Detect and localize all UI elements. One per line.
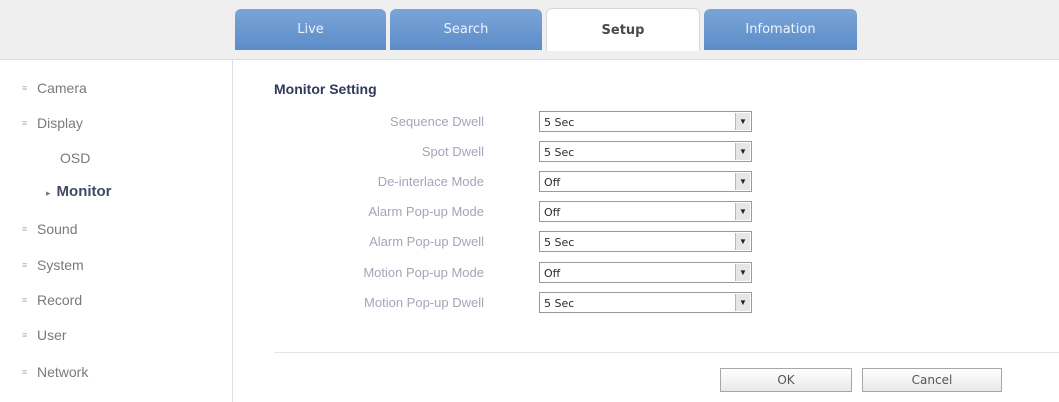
sidebar-item-label: Network [37,364,89,380]
bullet-icon: ≡ [22,83,28,93]
setting-row-alarm-popup-dwell: Alarm Pop-up Dwell 5 Sec ▼ [234,231,794,253]
bullet-icon: ≡ [22,367,28,377]
sidebar-subitem-monitor[interactable]: ▸ Monitor [46,183,112,200]
bullet-icon: ≡ [22,295,28,305]
select-value: Off [544,206,561,219]
cancel-button[interactable]: Cancel [862,368,1002,392]
sidebar-item-label: User [37,327,67,343]
sidebar-item-display[interactable]: ≡ Display [22,115,83,131]
setting-row-alarm-popup-mode: Alarm Pop-up Mode Off ▼ [234,201,794,223]
motion-popup-mode-select[interactable]: Off ▼ [539,262,752,283]
setting-row-motion-popup-mode: Motion Pop-up Mode Off ▼ [234,262,794,284]
sequence-dwell-select[interactable]: 5 Sec ▼ [539,111,752,132]
setting-label: Alarm Pop-up Dwell [369,234,484,249]
bullet-icon: ≡ [22,260,28,270]
tab-information[interactable]: Infomation [704,9,857,50]
select-value: 5 Sec [544,236,575,249]
bullet-icon: ≡ [22,224,28,234]
motion-popup-dwell-select[interactable]: 5 Sec ▼ [539,292,752,313]
bullet-icon: ≡ [22,118,28,128]
setting-label: Alarm Pop-up Mode [368,204,484,219]
top-tab-bar: Live Search Setup Infomation [0,0,1059,60]
select-value: 5 Sec [544,116,575,129]
sidebar-item-system[interactable]: ≡ System [22,257,84,273]
dropdown-arrow-icon[interactable]: ▼ [735,264,750,281]
select-value: 5 Sec [544,297,575,310]
tab-live[interactable]: Live [235,9,386,50]
sidebar-subitem-label: Monitor [56,183,112,200]
setting-label: Motion Pop-up Dwell [364,295,484,310]
monitor-settings-panel: Monitor Setting Sequence Dwell 5 Sec ▼ S… [234,60,1059,402]
dropdown-arrow-icon[interactable]: ▼ [735,294,750,311]
setup-sidebar: ≡ Camera ≡ Display OSD ▸ Monitor ≡ Sound … [0,60,233,402]
dropdown-arrow-icon[interactable]: ▼ [735,143,750,160]
spot-dwell-select[interactable]: 5 Sec ▼ [539,141,752,162]
setting-label: De-interlace Mode [377,174,484,189]
sidebar-item-record[interactable]: ≡ Record [22,292,82,308]
sidebar-item-network[interactable]: ≡ Network [22,364,88,380]
select-value: Off [544,176,561,189]
setting-label: Spot Dwell [421,144,484,159]
alarm-popup-dwell-select[interactable]: 5 Sec ▼ [539,231,752,252]
ok-button[interactable]: OK [720,368,852,392]
select-value: 5 Sec [544,146,575,159]
sidebar-item-sound[interactable]: ≡ Sound [22,221,77,237]
sidebar-item-camera[interactable]: ≡ Camera [22,80,87,96]
tab-setup[interactable]: Setup [546,8,700,51]
sidebar-item-user[interactable]: ≡ User [22,327,67,343]
dropdown-arrow-icon[interactable]: ▼ [735,233,750,250]
setting-label: Motion Pop-up Mode [363,265,484,280]
page-title: Monitor Setting [274,81,377,97]
setting-row-spot-dwell: Spot Dwell 5 Sec ▼ [234,141,794,163]
sidebar-item-label: Display [37,115,83,131]
select-value: Off [544,267,561,280]
deinterlace-mode-select[interactable]: Off ▼ [539,171,752,192]
dropdown-arrow-icon[interactable]: ▼ [735,203,750,220]
setting-label: Sequence Dwell [390,114,484,129]
sidebar-item-label: Sound [37,221,78,237]
dropdown-arrow-icon[interactable]: ▼ [735,173,750,190]
tab-search[interactable]: Search [390,9,542,50]
arrow-right-icon: ▸ [46,188,51,198]
divider [274,352,1059,353]
dropdown-arrow-icon[interactable]: ▼ [735,113,750,130]
sidebar-subitem-osd[interactable]: OSD [60,150,90,166]
bullet-icon: ≡ [22,330,28,340]
alarm-popup-mode-select[interactable]: Off ▼ [539,201,752,222]
sidebar-item-label: Record [37,292,83,308]
sidebar-item-label: Camera [37,80,87,96]
setting-row-sequence-dwell: Sequence Dwell 5 Sec ▼ [234,111,794,133]
sidebar-item-label: System [37,257,84,273]
setting-row-deinterlace-mode: De-interlace Mode Off ▼ [234,171,794,193]
setting-row-motion-popup-dwell: Motion Pop-up Dwell 5 Sec ▼ [234,292,794,314]
